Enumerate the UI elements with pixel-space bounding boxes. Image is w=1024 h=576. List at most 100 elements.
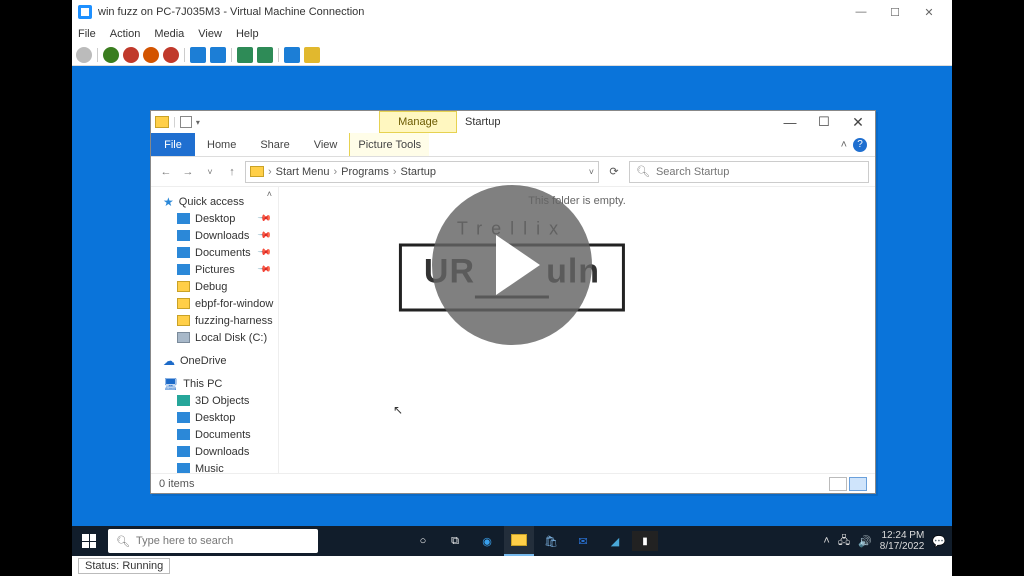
tray-volume-icon[interactable]: 🔊: [858, 535, 872, 548]
clock-time: 12:24 PM: [880, 530, 925, 541]
enhanced-session-button[interactable]: [284, 47, 300, 63]
crumb-2[interactable]: Startup: [401, 166, 436, 178]
taskbar-search-placeholder: Type here to search: [136, 535, 233, 547]
nav-forward[interactable]: →: [179, 163, 197, 181]
shutdown-button[interactable]: [143, 47, 159, 63]
guest-desktop[interactable]: | ▾ Manage Startup — ☐ ✕ File Home Share…: [72, 66, 952, 556]
close-button[interactable]: ✕: [912, 1, 946, 23]
explorer-taskbar-icon[interactable]: [504, 526, 534, 556]
turnoff-button[interactable]: [123, 47, 139, 63]
ribbon-view[interactable]: View: [302, 133, 350, 156]
ribbon-collapse-icon[interactable]: ˄: [841, 139, 847, 151]
qat-divider: |: [173, 116, 176, 128]
help-icon[interactable]: ?: [853, 138, 867, 152]
address-dropdown-icon[interactable]: ˅: [589, 167, 594, 177]
explorer-maximize[interactable]: ☐: [807, 111, 841, 133]
vm-icon: [78, 5, 92, 19]
reset-button[interactable]: [210, 47, 226, 63]
nav-recent[interactable]: ˅: [201, 163, 219, 181]
view-details-button[interactable]: [829, 477, 847, 491]
item-label: Local Disk (C:): [195, 332, 267, 344]
tray-network-icon[interactable]: 🖧: [838, 532, 850, 551]
item-icon: [177, 247, 190, 258]
store-icon[interactable]: 🛍: [536, 526, 566, 556]
explorer-content[interactable]: This folder is empty. ↖: [279, 187, 875, 473]
taskbar-search[interactable]: 🔍︎ Type here to search: [108, 529, 318, 553]
vm-host-window: win fuzz on PC-7J035M3 - Virtual Machine…: [72, 0, 952, 576]
taskbar-clock[interactable]: 12:24 PM 8/17/2022: [880, 530, 925, 552]
menu-view[interactable]: View: [198, 28, 222, 40]
search-input[interactable]: [656, 166, 862, 178]
wireshark-icon[interactable]: ◢: [600, 526, 630, 556]
explorer-minimize[interactable]: —: [773, 111, 807, 133]
nav-pane[interactable]: ˄ ★ Quick access Desktop📌Downloads📌Docum…: [151, 187, 279, 473]
host-menubar: File Action Media View Help: [72, 24, 952, 44]
explorer-close[interactable]: ✕: [841, 111, 875, 133]
revert-button[interactable]: [257, 47, 273, 63]
nav-pc-item[interactable]: Documents: [151, 426, 278, 443]
quick-access-label: Quick access: [179, 196, 244, 208]
item-label: 3D Objects: [195, 395, 249, 407]
empty-folder-message: This folder is empty.: [279, 187, 875, 215]
nav-pc-item[interactable]: Music: [151, 460, 278, 473]
start-menu-button[interactable]: [72, 534, 106, 548]
crumb-1[interactable]: Programs: [341, 166, 389, 178]
ctrl-alt-del-button[interactable]: [76, 47, 92, 63]
nav-back[interactable]: ←: [157, 163, 175, 181]
cursor-icon: ↖: [393, 403, 403, 417]
qat-props-icon[interactable]: [180, 116, 192, 128]
menu-action[interactable]: Action: [110, 28, 141, 40]
item-label: Documents: [195, 429, 251, 441]
item-label: Downloads: [195, 230, 249, 242]
start-button[interactable]: [103, 47, 119, 63]
crumb-0[interactable]: Start Menu: [276, 166, 330, 178]
nav-this-pc[interactable]: 🖥 This PC: [151, 375, 278, 392]
nav-quick-item[interactable]: Downloads📌: [151, 227, 278, 244]
nav-quick-item[interactable]: Documents📌: [151, 244, 278, 261]
nav-pc-item[interactable]: Desktop: [151, 409, 278, 426]
cortana-icon[interactable]: ○: [408, 526, 438, 556]
nav-quick-access[interactable]: ★ Quick access: [151, 193, 278, 210]
view-icons-button[interactable]: [849, 477, 867, 491]
nav-pc-item[interactable]: Downloads: [151, 443, 278, 460]
ribbon-share[interactable]: Share: [248, 133, 301, 156]
checkpoint-button[interactable]: [237, 47, 253, 63]
item-icon: [177, 230, 190, 241]
edge-icon[interactable]: ◉: [472, 526, 502, 556]
minimize-button[interactable]: —: [844, 1, 878, 23]
ribbon-home[interactable]: Home: [195, 133, 248, 156]
nav-up[interactable]: ↑: [223, 163, 241, 181]
menu-file[interactable]: File: [78, 28, 96, 40]
explorer-search[interactable]: 🔍︎: [629, 161, 869, 183]
menu-media[interactable]: Media: [154, 28, 184, 40]
ribbon-file[interactable]: File: [151, 133, 195, 156]
nav-onedrive[interactable]: ☁ OneDrive: [151, 352, 278, 369]
nav-pc-item[interactable]: 3D Objects: [151, 392, 278, 409]
maximize-button[interactable]: ☐: [878, 1, 912, 23]
menu-help[interactable]: Help: [236, 28, 259, 40]
qat-dropdown-icon[interactable]: ▾: [196, 118, 200, 127]
action-center-icon[interactable]: 💬: [932, 535, 946, 548]
tray-chevron-icon[interactable]: ˄: [823, 535, 829, 547]
nav-quick-item[interactable]: Debug: [151, 278, 278, 295]
pause-button[interactable]: [190, 47, 206, 63]
mail-icon[interactable]: ✉: [568, 526, 598, 556]
system-tray: ˄ 🖧 🔊 12:24 PM 8/17/2022 💬: [823, 530, 952, 552]
item-label: Desktop: [195, 412, 235, 424]
nav-scroll-up-icon[interactable]: ˄: [267, 189, 272, 199]
ribbon-picture-tools[interactable]: Picture Tools: [349, 133, 429, 156]
item-label: Music: [195, 463, 224, 474]
nav-quick-item[interactable]: ebpf-for-window: [151, 295, 278, 312]
nav-quick-item[interactable]: Pictures📌: [151, 261, 278, 278]
address-bar[interactable]: › Start Menu › Programs › Startup ˅: [245, 161, 599, 183]
refresh-button[interactable]: ⟳: [603, 161, 625, 183]
nav-quick-item[interactable]: Local Disk (C:): [151, 329, 278, 346]
nav-quick-item[interactable]: Desktop📌: [151, 210, 278, 227]
taskview-icon[interactable]: ⧉: [440, 526, 470, 556]
manage-tab[interactable]: Manage: [379, 111, 457, 133]
item-icon: [177, 315, 190, 326]
terminal-icon[interactable]: ▮: [632, 531, 658, 551]
save-button[interactable]: [163, 47, 179, 63]
nav-quick-item[interactable]: fuzzing-harness: [151, 312, 278, 329]
share-button[interactable]: [304, 47, 320, 63]
